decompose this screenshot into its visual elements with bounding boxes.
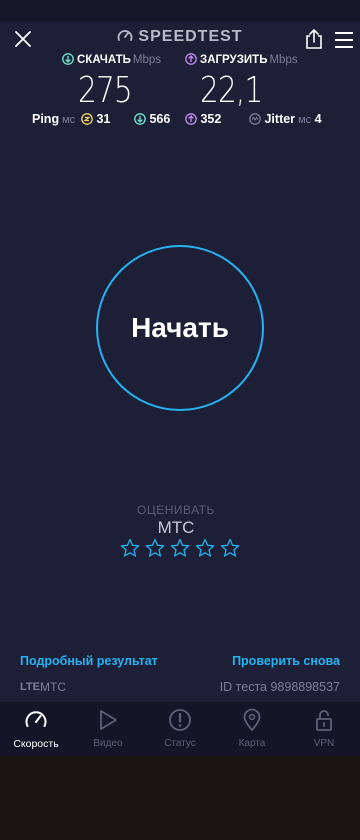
speedometer-icon — [25, 711, 47, 727]
test-again-link[interactable]: Проверить снова — [232, 654, 340, 668]
map-pin-icon — [243, 708, 261, 731]
star-4-icon[interactable] — [195, 538, 215, 558]
nav-video[interactable]: Видео — [72, 702, 144, 756]
ping-label: Ping мс — [32, 112, 75, 126]
download-label-text: СКАЧАТЬ — [77, 54, 131, 66]
menu-icon[interactable] — [334, 31, 354, 49]
upload-label: ЗАГРУЗИТЬ Mbps — [185, 53, 298, 66]
nav-status-label: Статус — [164, 738, 196, 749]
download-value: 275 — [78, 70, 133, 111]
nav-speed[interactable]: Скорость — [0, 702, 72, 756]
detailed-result-link[interactable]: Подробный результат — [20, 654, 158, 668]
lock-icon — [316, 710, 332, 731]
system-area — [0, 756, 360, 840]
alert-icon — [169, 709, 191, 731]
brand-text: SPEEDTEST — [138, 28, 243, 45]
download-arrow-icon — [62, 53, 74, 65]
star-5-icon[interactable] — [220, 538, 240, 558]
ping-idle: 31 — [81, 112, 110, 126]
latency-row: Ping мс 31 566 352 Jitter мс 4 — [0, 112, 360, 130]
share-icon[interactable] — [304, 28, 324, 50]
ping-idle-icon — [81, 113, 93, 125]
ping-upload-icon — [185, 113, 197, 125]
speedtest-logo-icon — [118, 30, 133, 41]
ping-idle-value: 31 — [96, 112, 111, 126]
upload-label-text: ЗАГРУЗИТЬ — [200, 54, 268, 66]
star-1-icon[interactable] — [120, 538, 140, 558]
ping-download-value: 566 — [149, 112, 171, 126]
jitter-value: 4 — [314, 112, 322, 126]
nav-vpn-label: VPN — [313, 738, 335, 749]
jitter-icon — [249, 113, 261, 125]
top-bar: SPEEDTEST — [0, 22, 360, 56]
star-3-icon[interactable] — [170, 538, 190, 558]
nav-speed-label: Скорость — [13, 738, 59, 750]
test-id: ID теста 9898898537 — [219, 680, 340, 694]
jitter-stat: Jitter мс 4 — [249, 112, 322, 126]
download-unit: Mbps — [132, 54, 161, 66]
play-icon — [100, 710, 117, 730]
nav-video-label: Видео — [93, 738, 123, 749]
status-bar — [0, 0, 360, 22]
download-label: СКАЧАТЬ Mbps — [62, 53, 161, 66]
ping-label-text: Ping — [32, 112, 60, 126]
rating-stars — [120, 538, 242, 560]
star-2-icon[interactable] — [145, 538, 165, 558]
ping-download: 566 — [134, 112, 170, 126]
connection-type: LTE — [20, 681, 40, 693]
ping-download-icon — [134, 113, 146, 125]
upload-unit: Mbps — [269, 54, 298, 66]
upload-arrow-icon — [185, 53, 197, 65]
bottom-navigation: Скорость Видео Статус Карта VPN — [0, 702, 360, 756]
ping-upload: 352 — [185, 112, 221, 126]
upload-value: 22,1 — [200, 70, 263, 111]
rate-prompt: ОЦЕНИВАТЬ — [137, 503, 215, 517]
connection-provider: МТС — [40, 680, 66, 694]
ping-upload-value: 352 — [200, 112, 222, 126]
nav-status[interactable]: Статус — [144, 702, 216, 756]
rate-provider-name: МТС — [157, 518, 195, 537]
ping-unit: мс — [62, 114, 76, 126]
start-test-label: Начать — [131, 312, 229, 343]
jitter-unit: мс — [298, 114, 312, 126]
jitter-label-text: Jitter — [264, 112, 296, 126]
nav-vpn[interactable]: VPN — [288, 702, 360, 756]
nav-map[interactable]: Карта — [216, 702, 288, 756]
nav-map-label: Карта — [238, 738, 266, 749]
start-test-button[interactable]: Начать — [96, 245, 264, 411]
